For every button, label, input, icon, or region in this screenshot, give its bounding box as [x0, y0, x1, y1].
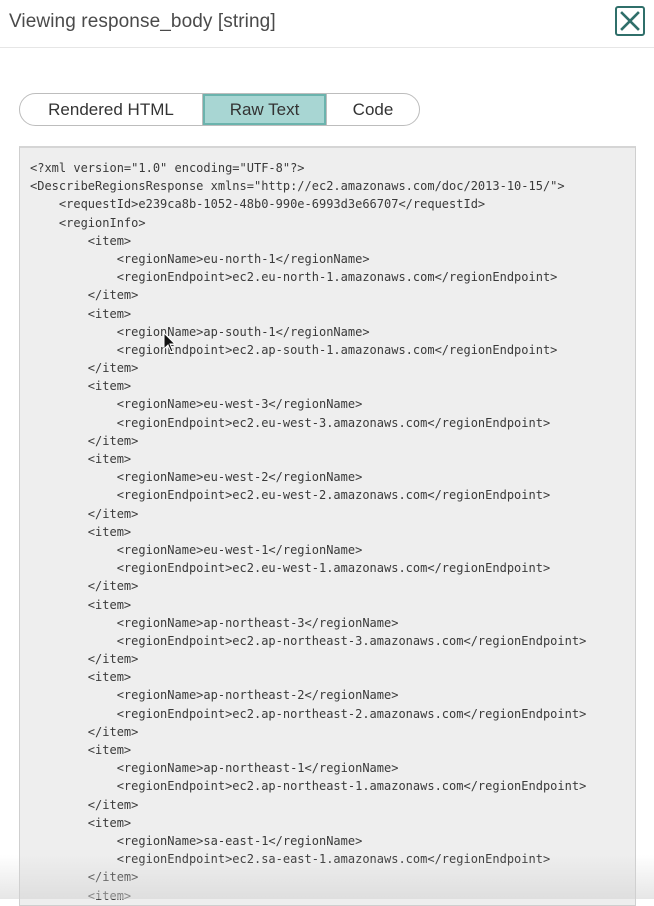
code-line: <regionEndpoint>ec2.sa-east-1.amazonaws.…: [30, 852, 551, 867]
tab-code[interactable]: Code: [326, 94, 419, 125]
raw-text-content: <?xml version="1.0" encoding="UTF-8"?> <D…: [30, 159, 586, 905]
tab-raw-text[interactable]: Raw Text: [203, 94, 326, 125]
code-line: </item>: [30, 579, 139, 594]
code-line: </item>: [30, 724, 139, 739]
code-line: <item>: [30, 306, 132, 321]
code-line: <regionInfo>: [30, 215, 146, 230]
code-line: </item>: [30, 433, 139, 448]
code-line: <requestId>e239ca8b-1052-48b0-990e-6993d…: [30, 197, 486, 212]
code-line: <item>: [30, 743, 132, 757]
code-line: </item>: [30, 361, 139, 376]
code-line: </item>: [30, 288, 139, 303]
code-line: <regionName>ap-northeast-2</regionName>: [30, 688, 399, 703]
code-line: <item>: [30, 524, 132, 539]
code-line: <regionEndpoint>ec2.eu-north-1.amazonaws…: [30, 270, 558, 285]
code-line: <regionName>eu-north-1</regionName>: [30, 251, 370, 266]
raw-text-panel[interactable]: <?xml version="1.0" encoding="UTF-8"?> <D…: [19, 146, 636, 906]
close-button[interactable]: [615, 6, 645, 36]
close-x-icon: [620, 11, 640, 31]
code-line: <regionEndpoint>ec2.eu-west-3.amazonaws.…: [30, 415, 551, 430]
code-line: <regionEndpoint>ec2.ap-northeast-1.amazo…: [30, 779, 587, 794]
code-line: <regionName>ap-northeast-1</regionName>: [30, 761, 399, 776]
code-line: <regionName>eu-west-2</regionName>: [30, 470, 363, 485]
dialog-title: Viewing response_body [string]: [9, 11, 276, 32]
code-line: <regionName>eu-west-1</regionName>: [30, 542, 363, 557]
code-line: <item>: [30, 597, 132, 612]
code-line: <item>: [30, 815, 132, 830]
mouse-pointer-icon: [163, 332, 177, 353]
code-line: <regionName>ap-northeast-3</regionName>: [30, 615, 399, 630]
code-line: <?xml version="1.0" encoding="UTF-8"?>: [30, 161, 305, 175]
code-line: <regionName>ap-south-1</regionName>: [30, 324, 370, 339]
code-line: <item>: [30, 670, 132, 685]
code-line: <item>: [30, 233, 132, 248]
code-line: <item>: [30, 452, 132, 466]
code-line: </item>: [30, 652, 139, 667]
code-line: <regionEndpoint>ec2.ap-south-1.amazonaws…: [30, 342, 558, 357]
code-line: <regionEndpoint>ec2.eu-west-1.amazonaws.…: [30, 561, 551, 576]
code-line: </item>: [30, 870, 139, 885]
code-line: <DescribeRegionsResponse xmlns="http://e…: [30, 179, 565, 194]
dialog-header: Viewing response_body [string]: [0, 0, 654, 48]
code-line: <item>: [30, 888, 132, 903]
code-line: </item>: [30, 797, 139, 812]
view-mode-tabs: Rendered HTML Raw Text Code: [19, 93, 420, 126]
code-line: <regionEndpoint>ec2.ap-northeast-3.amazo…: [30, 633, 587, 648]
code-line: <item>: [30, 379, 132, 394]
code-line: <regionEndpoint>ec2.ap-northeast-2.amazo…: [30, 706, 587, 721]
code-line: <regionEndpoint>ec2.eu-west-2.amazonaws.…: [30, 488, 551, 503]
code-line: <regionName>eu-west-3</regionName>: [30, 397, 363, 412]
tab-rendered-html[interactable]: Rendered HTML: [20, 94, 203, 125]
code-line: <regionName>sa-east-1</regionName>: [30, 833, 363, 848]
code-line: </item>: [30, 506, 139, 521]
